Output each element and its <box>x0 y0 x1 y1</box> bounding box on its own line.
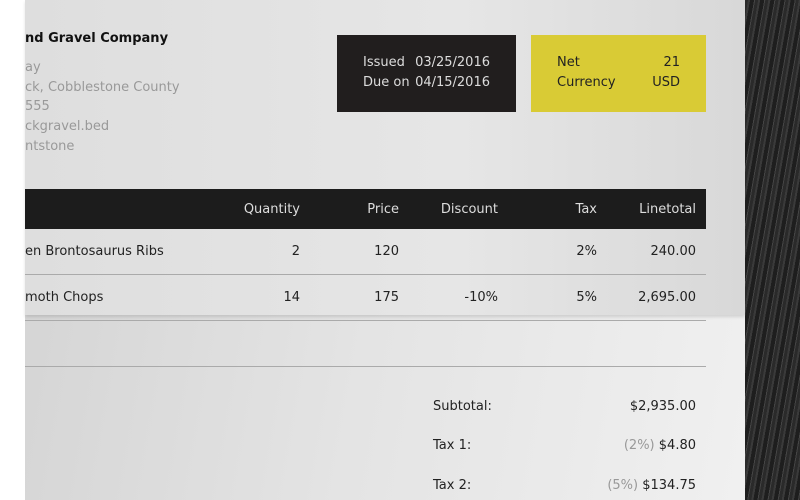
terms-box: Net 21 Currency USD <box>531 35 706 112</box>
item-name: moth Chops <box>25 290 104 305</box>
dates-box: Issued 03/25/2016 Due on 04/15/2016 <box>337 35 516 112</box>
net-value: 21 <box>663 55 680 70</box>
address-line: ay <box>25 60 41 75</box>
tax2-label: Tax 2: <box>433 478 472 493</box>
item-tax: 2% <box>576 244 597 259</box>
issued-date: 03/25/2016 <box>415 55 490 70</box>
header-price: Price <box>367 202 399 217</box>
tax2-value: $134.75 <box>642 478 696 493</box>
tax1-amount: (2%) $4.80 <box>624 438 696 453</box>
item-name: en Brontosaurus Ribs <box>25 244 164 259</box>
header-linetotal: Linetotal <box>639 202 696 217</box>
tax1-label: Tax 1: <box>433 438 472 453</box>
net-label: Net <box>557 55 580 70</box>
currency-label: Currency <box>557 75 616 90</box>
due-label: Due on <box>363 75 410 90</box>
item-linetotal: 240.00 <box>650 244 697 259</box>
subtotal-value: $2,935.00 <box>629 399 696 414</box>
table-header: Quantity Price Discount Tax Linetotal <box>25 189 706 229</box>
due-date: 04/15/2016 <box>415 75 490 90</box>
address-line: ckgravel.bed <box>25 119 110 134</box>
currency-value: USD <box>652 75 680 90</box>
issued-label: Issued <box>363 55 405 70</box>
item-tax: 5% <box>576 290 597 305</box>
item-price: 175 <box>374 290 399 305</box>
address-line: ck, Cobblestone County <box>25 80 180 95</box>
tax2-percent: (5%) <box>607 478 639 493</box>
item-quantity: 14 <box>283 290 300 305</box>
tax1-percent: (2%) <box>623 438 655 453</box>
header-tax: Tax <box>575 202 597 217</box>
item-price: 120 <box>374 244 399 259</box>
header-quantity: Quantity <box>243 202 300 217</box>
row-divider <box>25 274 706 275</box>
address-line: ntstone <box>25 139 75 154</box>
address-line: 555 <box>25 99 50 114</box>
item-quantity: 2 <box>291 244 300 259</box>
item-linetotal: 2,695.00 <box>638 290 696 305</box>
row-divider <box>25 366 706 367</box>
item-discount: -10% <box>464 290 498 305</box>
subtotal-label: Subtotal: <box>433 399 492 414</box>
tax2-amount: (5%) $134.75 <box>607 478 696 493</box>
tax1-value: $4.80 <box>658 438 696 453</box>
row-divider <box>25 320 706 321</box>
company-name: nd Gravel Company <box>25 31 169 46</box>
wood-background <box>745 0 800 500</box>
header-discount: Discount <box>440 202 498 217</box>
